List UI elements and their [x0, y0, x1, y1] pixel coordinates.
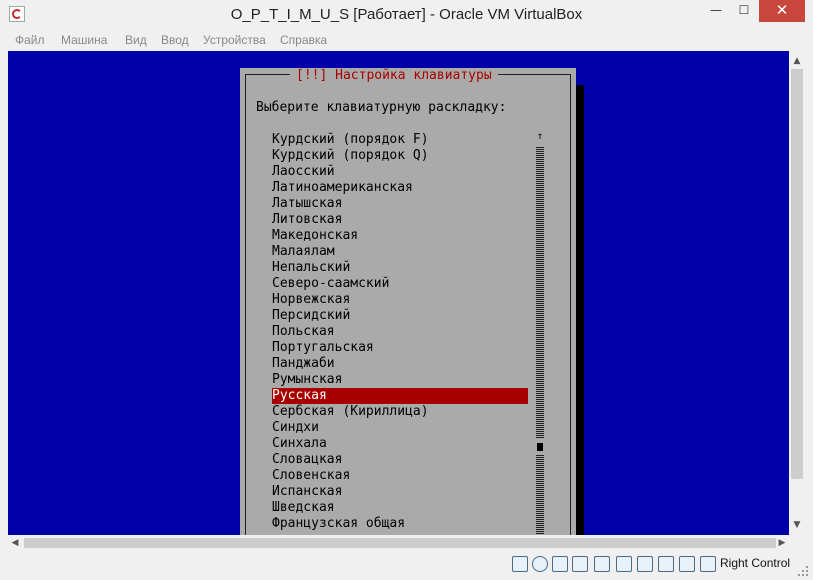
- layout-item[interactable]: Латиноамериканская: [272, 180, 528, 196]
- layout-item[interactable]: Синхала: [272, 436, 528, 452]
- host-key-label: Right Control: [720, 556, 791, 570]
- hard-disk-icon[interactable]: [512, 556, 528, 572]
- layout-item-selected[interactable]: Русская: [272, 388, 528, 404]
- layout-item[interactable]: Непальский: [272, 260, 528, 276]
- layout-item[interactable]: Малаялам: [272, 244, 528, 260]
- keyboard-config-dialog: [!!] Настройка клавиатуры Выберите клави…: [240, 68, 576, 535]
- layout-item[interactable]: Персидский: [272, 308, 528, 324]
- layout-item[interactable]: Латышская: [272, 196, 528, 212]
- layout-item[interactable]: Шведская: [272, 500, 528, 516]
- layout-item[interactable]: Курдский (порядок F): [272, 132, 528, 148]
- layout-item[interactable]: Испанская: [272, 484, 528, 500]
- host-key-arrow-icon: [700, 556, 716, 572]
- list-scrollbar: ↑: [536, 132, 544, 535]
- horizontal-scrollbar[interactable]: ◀ ▶: [8, 535, 789, 551]
- status-bar: Right Control: [0, 551, 813, 580]
- vertical-scroll-thumb[interactable]: [791, 69, 803, 479]
- dialog-title: [!!] Настройка клавиатуры: [290, 68, 498, 84]
- layout-item[interactable]: Словенская: [272, 468, 528, 484]
- optical-drive-icon[interactable]: [532, 556, 548, 572]
- menu-view[interactable]: Вид: [125, 30, 147, 50]
- scroll-left-icon[interactable]: ◀: [8, 535, 22, 551]
- vertical-scrollbar[interactable]: ▲ ▼: [789, 51, 805, 535]
- list-scroll-up-arrow-icon: ↑: [536, 131, 544, 142]
- list-scroll-track: [536, 146, 544, 535]
- layout-item[interactable]: Синдхи: [272, 420, 528, 436]
- scroll-down-icon[interactable]: ▼: [789, 519, 805, 531]
- menu-file[interactable]: Файл: [15, 30, 45, 50]
- layout-item[interactable]: Словацкая: [272, 452, 528, 468]
- menu-input[interactable]: Ввод: [161, 30, 189, 50]
- maximize-button[interactable]: ☐: [731, 0, 757, 22]
- scroll-up-icon[interactable]: ▲: [789, 55, 805, 67]
- dialog-prompt: Выберите клавиатурную раскладку:: [256, 100, 507, 115]
- layout-item[interactable]: Польская: [272, 324, 528, 340]
- menu-devices[interactable]: Устройства: [203, 30, 266, 50]
- layout-item[interactable]: Норвежская: [272, 292, 528, 308]
- menu-help[interactable]: Справка: [280, 30, 327, 50]
- vm-display[interactable]: [!!] Настройка клавиатуры Выберите клави…: [8, 51, 789, 535]
- window-title: O_P_T_I_M_U_S [Работает] - Oracle VM Vir…: [230, 6, 583, 23]
- resize-grip-icon[interactable]: [797, 565, 809, 577]
- usb-icon[interactable]: [572, 556, 588, 572]
- keyboard-layout-list[interactable]: Курдский (порядок F) Курдский (порядок Q)…: [272, 132, 528, 532]
- layout-item[interactable]: Македонская: [272, 228, 528, 244]
- display-icon[interactable]: [616, 556, 632, 572]
- title-bar: O_P_T_I_M_U_S [Работает] - Oracle VM Vir…: [0, 0, 813, 30]
- layout-item[interactable]: Литовская: [272, 212, 528, 228]
- horizontal-scroll-thumb[interactable]: [24, 538, 776, 548]
- close-button[interactable]: ✕: [759, 0, 805, 22]
- menu-bar: Файл Машина Вид Ввод Устройства Справка: [0, 30, 813, 50]
- layout-item[interactable]: Северо-саамский: [272, 276, 528, 292]
- layout-item[interactable]: Французская общая: [272, 516, 528, 532]
- list-scroll-thumb: [536, 438, 544, 454]
- network-icon[interactable]: [552, 556, 568, 572]
- keyboard-capture-icon[interactable]: [679, 556, 695, 572]
- layout-item[interactable]: Лаосский: [272, 164, 528, 180]
- menu-machine[interactable]: Машина: [61, 30, 107, 50]
- minimize-button[interactable]: —: [702, 0, 730, 22]
- layout-item[interactable]: Румынская: [272, 372, 528, 388]
- video-capture-icon[interactable]: [637, 556, 653, 572]
- scroll-right-icon[interactable]: ▶: [775, 535, 789, 551]
- layout-item[interactable]: Сербская (Кириллица): [272, 404, 528, 420]
- mouse-integration-icon[interactable]: [658, 556, 674, 572]
- layout-item[interactable]: Португальская: [272, 340, 528, 356]
- layout-item[interactable]: Панджаби: [272, 356, 528, 372]
- layout-item[interactable]: Курдский (порядок Q): [272, 148, 528, 164]
- shared-folders-icon[interactable]: [594, 556, 610, 572]
